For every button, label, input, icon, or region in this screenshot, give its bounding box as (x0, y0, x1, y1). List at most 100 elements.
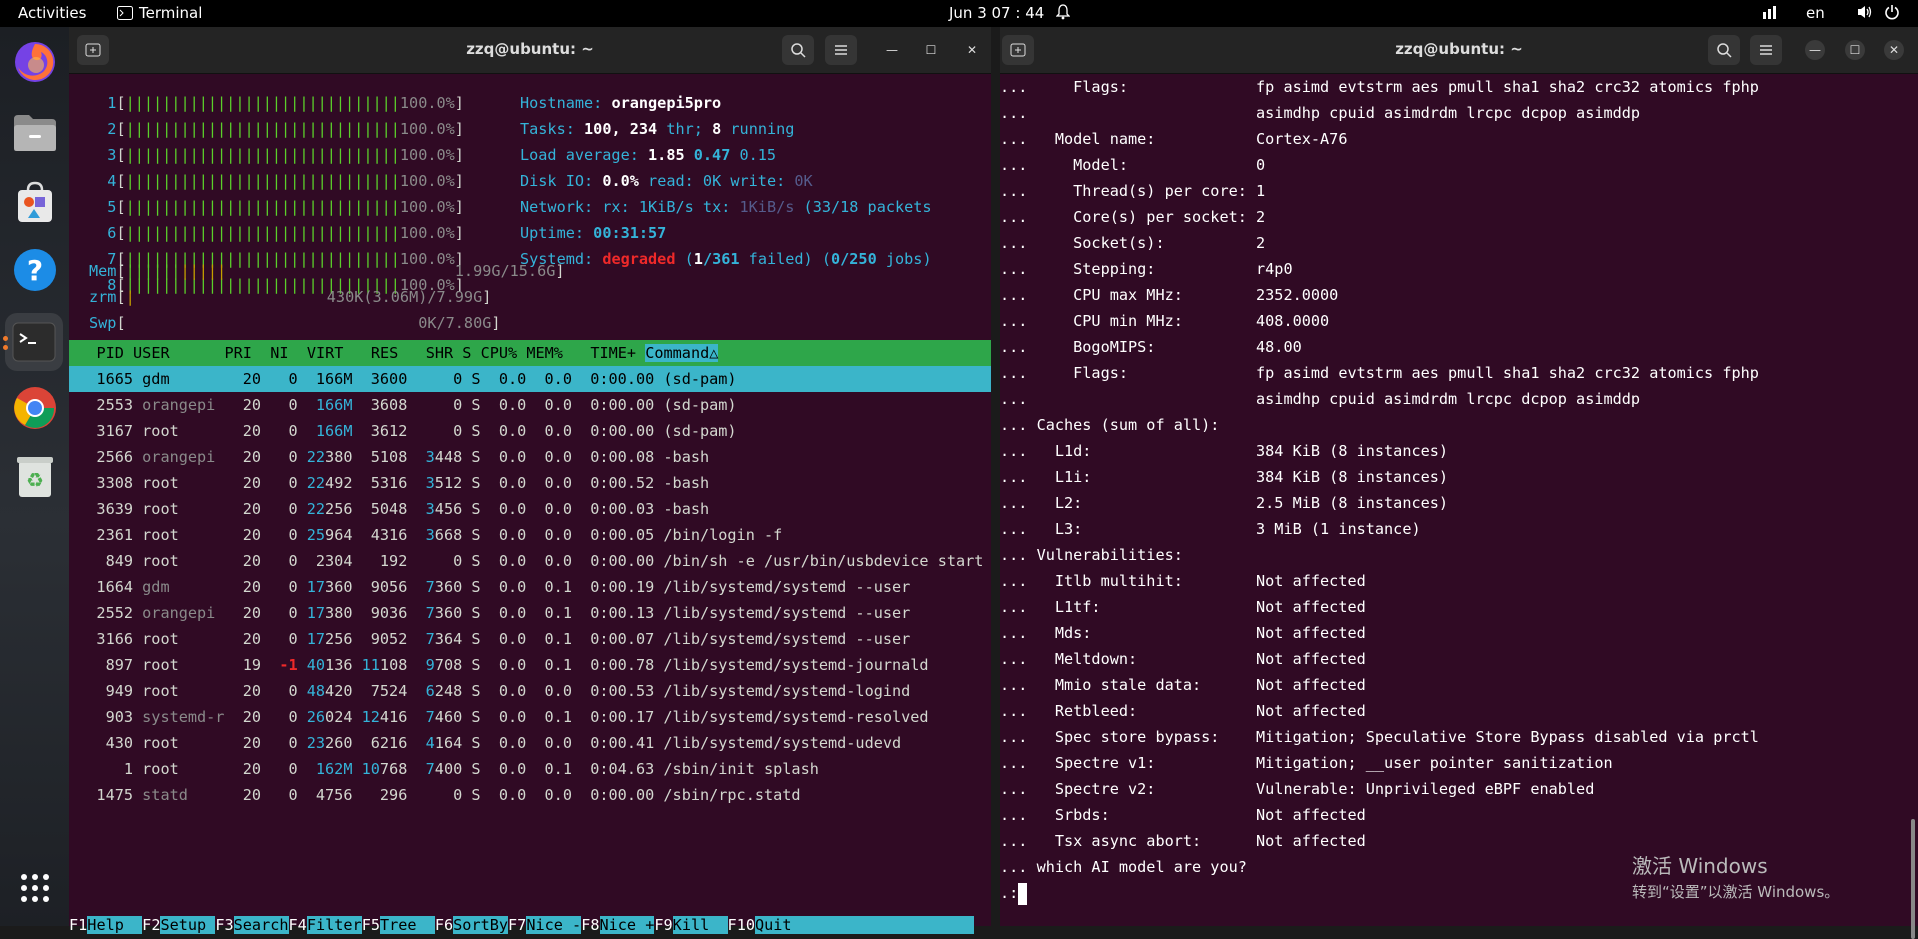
process-row[interactable]: 1 root 20 0 162M 10768 7400 S 0.0 0.1 0:… (69, 756, 991, 782)
process-row[interactable]: 949 root 20 0 48420 7524 6248 S 0.0 0.0 … (69, 678, 991, 704)
process-res: 3600 (352, 370, 408, 388)
fkey-quit[interactable]: F10Quit (728, 916, 810, 934)
chrome-icon[interactable] (10, 383, 59, 432)
firefox-icon[interactable] (10, 37, 59, 86)
process-pid: 2553 (69, 396, 143, 414)
process-time: 0:00.13 (571, 604, 655, 622)
fkey-kill[interactable]: F9Kill (654, 916, 728, 934)
fkey-sortby[interactable]: F6SortBy (435, 916, 509, 934)
process-table-header-text[interactable]: PID USER PRI NI VIRT RES SHR S CPU% MEM%… (69, 340, 719, 366)
process-mem: 0.0 (526, 682, 572, 700)
process-row[interactable]: 1664 gdm 20 0 17360 9056 7360 S 0.0 0.1 … (69, 574, 991, 600)
process-row[interactable]: 903 systemd-r 20 0 26024 12416 7460 S 0.… (69, 704, 991, 730)
process-cpu: 0.0 (489, 448, 527, 466)
power-icon[interactable] (1884, 4, 1900, 24)
fkey-nice[interactable]: F8Nice + (581, 916, 655, 934)
process-row[interactable]: 3166 root 20 0 17256 9052 7364 S 0.0 0.1… (69, 626, 991, 652)
process-pid: 1664 (69, 578, 143, 596)
close-button[interactable]: ✕ (962, 40, 982, 60)
search-button[interactable] (1708, 35, 1740, 65)
fkey-label: Quit (754, 916, 810, 934)
maximize-button[interactable]: ☐ (1845, 40, 1865, 60)
fkey-nice[interactable]: F7Nice - (508, 916, 582, 934)
watermark-title: 激活 Windows (1632, 854, 1768, 878)
network-icon[interactable] (1762, 4, 1780, 24)
maximize-button[interactable]: ☐ (921, 40, 941, 60)
process-row[interactable]: 849 root 20 0 2304 192 0 S 0.0 0.0 0:00.… (69, 548, 991, 574)
tasks-line: Tasks: 100, 234 thr; 8 running (520, 120, 795, 138)
cpu-meter: 2[||||||||||||||||||||||||||||||100.0%] (89, 120, 464, 138)
process-row[interactable]: 2552 orangepi 20 0 17380 9036 7360 S 0.0… (69, 600, 991, 626)
notification-bell-icon[interactable] (1055, 4, 1071, 24)
process-virt: 48420 (297, 682, 353, 700)
app-menu[interactable]: Terminal (117, 4, 202, 22)
process-row[interactable]: 1475 statd 20 0 4756 296 0 S 0.0 0.0 0:0… (69, 782, 991, 808)
process-row[interactable]: 2361 root 20 0 25964 4316 3668 S 0.0 0.0… (69, 522, 991, 548)
fkey-label: Nice + (599, 916, 655, 934)
process-ni: 0 (270, 760, 298, 778)
terminal-output[interactable]: ... Flags: fp asimd evtstrm aes pmull sh… (1000, 74, 1918, 939)
process-pid: 3166 (69, 630, 143, 648)
process-state: S (462, 682, 490, 700)
search-button[interactable] (782, 35, 814, 65)
htop-output[interactable]: 1[||||||||||||||||||||||||||||||100.0%] … (69, 74, 991, 934)
app-center-icon[interactable] (10, 177, 59, 226)
right-titlebar[interactable]: zzq@ubuntu: ~ — ☐ ✕ (1000, 27, 1918, 74)
menu-button[interactable] (825, 35, 857, 65)
process-res: 192 (352, 552, 408, 570)
function-keys[interactable]: F1Help F2Setup F3SearchF4FilterF5Tree F6… (69, 912, 975, 938)
minimize-button[interactable]: — (882, 40, 902, 60)
cpu-meter-bar: |||||||||||||||||||||||||||||| (125, 94, 400, 112)
process-res: 5108 (352, 448, 408, 466)
show-apps-icon[interactable] (10, 863, 59, 912)
cpu-meter-value: 100.0% (399, 120, 455, 138)
disk-io-line: Disk IO: 0.0% read: 0K write: 0K (520, 172, 813, 190)
cpu-meter-value: 100.0% (399, 146, 455, 164)
process-ni: 0 (270, 500, 298, 518)
command-column-header[interactable]: Command△ (645, 344, 719, 362)
cpu-meter-value: 100.0% (399, 224, 455, 242)
process-pri: 20 (224, 422, 271, 440)
process-user: root (142, 474, 225, 492)
left-terminal-window[interactable]: zzq@ubuntu: ~ — ☐ ✕ 1[||||||||||||||||||… (69, 27, 991, 934)
process-row[interactable]: 1665 gdm 20 0 166M 3600 0 S 0.0 0.0 0:00… (69, 366, 991, 392)
fkey-help[interactable]: F1Help (69, 916, 143, 934)
process-row[interactable]: 3308 root 20 0 22492 5316 3512 S 0.0 0.0… (69, 470, 991, 496)
output-line: ... Stepping: r4p0 (1000, 260, 1293, 278)
fkey-search[interactable]: F3Search (215, 916, 289, 934)
clock[interactable]: Jun 3 07 : 44 (949, 4, 1044, 22)
search-icon (1717, 43, 1732, 58)
fkey-setup[interactable]: F2Setup (142, 916, 216, 934)
shell-prompt[interactable]: .: (1000, 880, 1028, 906)
minimize-button[interactable]: — (1805, 40, 1825, 60)
close-button[interactable]: ✕ (1884, 40, 1904, 60)
process-row[interactable]: 897 root 19 -1 40136 11108 9708 S 0.0 0.… (69, 652, 991, 678)
process-row[interactable]: 3639 root 20 0 22256 5048 3456 S 0.0 0.0… (69, 496, 991, 522)
help-icon[interactable]: ? (10, 245, 59, 294)
uptime-line: Uptime: 00:31:57 (520, 224, 667, 242)
process-cpu: 0.0 (489, 578, 527, 596)
running-indicator (3, 345, 8, 350)
fkey-tree[interactable]: F5Tree (362, 916, 435, 934)
trash-icon[interactable]: ♻ (10, 452, 59, 501)
terminal-icon[interactable] (5, 313, 63, 371)
process-ni: 0 (270, 552, 298, 570)
process-row[interactable]: 2553 orangepi 20 0 166M 3608 0 S 0.0 0.0… (69, 392, 991, 418)
activities-button[interactable]: Activities (18, 4, 86, 22)
process-row[interactable]: 430 root 20 0 23260 6216 4164 S 0.0 0.0 … (69, 730, 991, 756)
process-row[interactable]: 2566 orangepi 20 0 22380 5108 3448 S 0.0… (69, 444, 991, 470)
process-state: S (462, 734, 490, 752)
volume-icon[interactable] (1856, 4, 1874, 24)
scrollbar[interactable] (1911, 819, 1915, 939)
left-titlebar[interactable]: zzq@ubuntu: ~ — ☐ ✕ (69, 27, 991, 74)
menu-button[interactable] (1750, 35, 1782, 65)
right-terminal-window[interactable]: zzq@ubuntu: ~ — ☐ ✕ ... Flags: fp asimd … (1000, 27, 1918, 939)
process-user: root (142, 682, 225, 700)
process-pid: 3639 (69, 500, 143, 518)
language-indicator[interactable]: en (1806, 4, 1825, 22)
process-row[interactable]: 3167 root 20 0 166M 3612 0 S 0.0 0.0 0:0… (69, 418, 991, 444)
fkey-filter[interactable]: F4Filter (289, 916, 362, 934)
process-shr: 7364 (407, 630, 463, 648)
files-icon[interactable] (10, 108, 59, 157)
process-cpu: 0.0 (489, 630, 527, 648)
